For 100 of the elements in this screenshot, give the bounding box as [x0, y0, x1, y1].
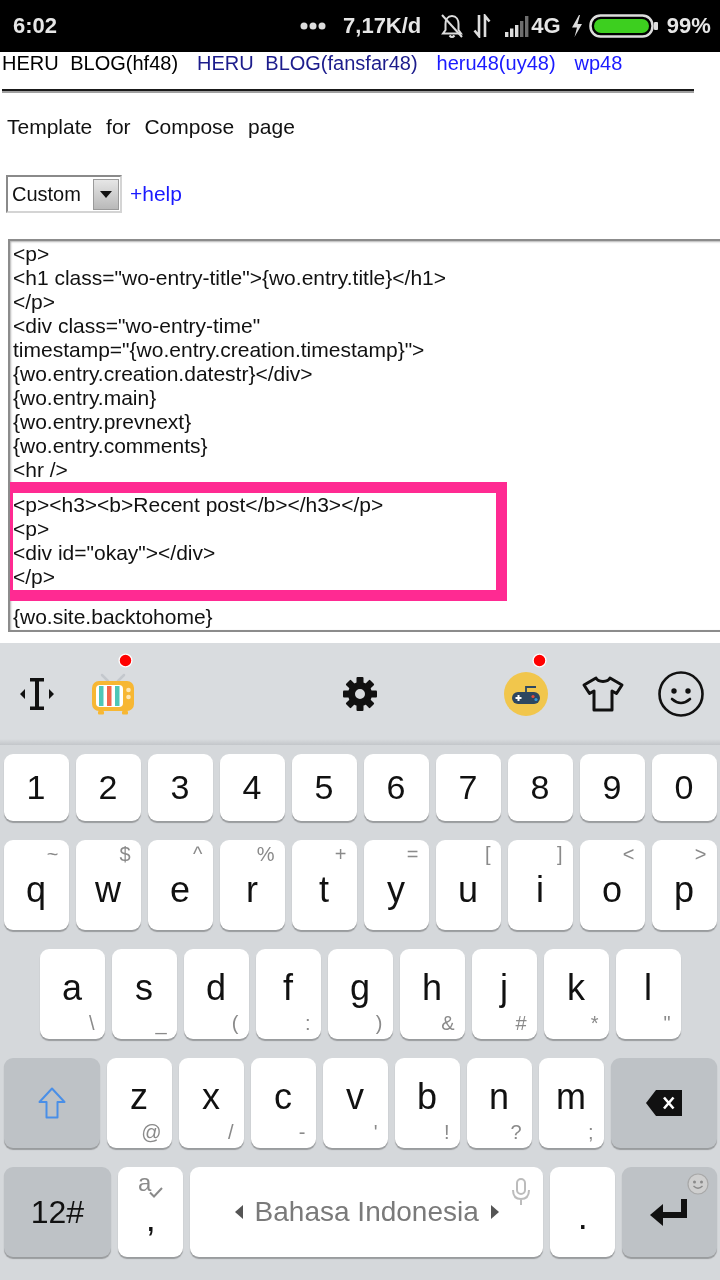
keyboard-key[interactable]: 0 — [651, 754, 717, 821]
keyboard-key[interactable]: 4 — [219, 754, 285, 821]
template-editor[interactable] — [8, 239, 720, 632]
key-hint: ? — [510, 1121, 522, 1143]
keyboard-key[interactable]: t + — [291, 840, 357, 930]
enter-icon — [649, 1197, 690, 1227]
keyboard-key[interactable]: . — [550, 1167, 616, 1257]
link[interactable]: wp48 — [574, 52, 623, 74]
keyboard-key[interactable]: g ) — [327, 949, 393, 1039]
link[interactable]: HERU BLOG(fansfar48) — [197, 52, 418, 74]
bolt-icon — [570, 15, 583, 37]
keyboard-key[interactable]: v ' — [322, 1058, 388, 1148]
keyboard-key[interactable]: a \ — [39, 949, 105, 1039]
keyboard-key[interactable]: n ? — [466, 1058, 532, 1148]
key-hint: / — [227, 1121, 234, 1143]
code-line: <p> — [13, 242, 50, 266]
keyboard-key[interactable]: 9 — [579, 754, 645, 821]
network-speed: 7,17K/d — [343, 13, 422, 39]
link[interactable]: heru48(uy48) — [436, 52, 556, 74]
code-line: timestamp="{wo.entry.creation.timestamp}"> — [13, 338, 425, 362]
link[interactable]: HERU BLOG(hf48) — [2, 52, 179, 74]
code-line: {wo.site.backtohome} — [13, 605, 213, 629]
key-hint: > — [694, 843, 707, 865]
code-line: {wo.entry.comments} — [13, 434, 208, 458]
caret-right-icon — [490, 1205, 499, 1219]
settings-icon[interactable] — [342, 676, 378, 712]
text-cursor-icon[interactable] — [20, 677, 54, 711]
battery-percentage: 99% — [666, 13, 711, 39]
code-line: <p><h3><b>Recent post</b></h3></p> — [13, 493, 384, 517]
keyboard-key[interactable]: f : — [255, 949, 321, 1039]
keyboard-key[interactable]: l " — [615, 949, 681, 1039]
keyboard-key[interactable]: 7 — [435, 754, 501, 821]
keyboard-key[interactable]: u [ — [435, 840, 501, 930]
keyboard-key[interactable]: o < — [579, 840, 645, 930]
network-type: 4G — [531, 13, 561, 39]
key-hint: % — [256, 843, 275, 865]
t-shirt-icon[interactable] — [581, 674, 625, 714]
key-hint: a — [138, 1170, 152, 1196]
shift-icon — [37, 1087, 66, 1119]
backspace-key[interactable] — [610, 1058, 717, 1148]
keyboard-key[interactable]: j # — [471, 949, 537, 1039]
caret-icon — [100, 190, 112, 198]
code-line: <p> — [13, 517, 50, 541]
keyboard-key[interactable]: 1 — [3, 754, 69, 821]
battery-icon — [588, 14, 659, 38]
keyboard-key[interactable]: w $ — [75, 840, 141, 930]
key-hint: $ — [119, 843, 131, 865]
keyboard-key[interactable]: c - — [250, 1058, 316, 1148]
keyboard-key[interactable]: x / — [178, 1058, 244, 1148]
key-hint: ] — [556, 843, 563, 865]
keyboard-key[interactable]: 3 — [147, 754, 213, 821]
code-line: {wo.entry.main} — [13, 386, 157, 410]
code-line: <div class="wo-entry-time" — [13, 314, 261, 338]
key-hint: = — [406, 843, 419, 865]
key-hint: - — [298, 1121, 306, 1143]
key-hint: [ — [484, 843, 491, 865]
key-hint: ^ — [193, 843, 203, 865]
smiley-icon[interactable] — [658, 671, 704, 717]
code-line: <div id="okay"></div> — [13, 541, 216, 565]
keyboard-key[interactable]: e ^ — [147, 840, 213, 930]
tv-icon[interactable] — [90, 672, 136, 716]
clock: 6:02 — [13, 13, 58, 39]
keyboard-key[interactable]: h & — [399, 949, 465, 1039]
keyboard-key[interactable]: i ] — [507, 840, 573, 930]
keyboard-key[interactable]: m ; — [538, 1058, 604, 1148]
help-link[interactable]: +help — [130, 182, 182, 206]
ellipsis-icon — [300, 22, 327, 30]
keyboard-key[interactable]: 2 — [75, 754, 141, 821]
key-hint: @ — [141, 1121, 162, 1143]
gamepad-icon[interactable] — [504, 672, 548, 716]
dropdown-button[interactable] — [93, 178, 119, 210]
key-hint: _ — [155, 1012, 167, 1034]
code-line: </p> — [13, 290, 56, 314]
keyboard-key[interactable]: d ( — [183, 949, 249, 1039]
keyboard-key[interactable]: 5 — [291, 754, 357, 821]
key-hint: ' — [373, 1121, 378, 1143]
template-select[interactable]: Custom — [6, 175, 122, 213]
key-hint: < — [622, 843, 635, 865]
keyboard-key[interactable]: 6 — [363, 754, 429, 821]
backspace-icon — [644, 1089, 683, 1117]
keyboard-key[interactable]: 8 — [507, 754, 573, 821]
keyboard-key[interactable]: s _ — [111, 949, 177, 1039]
key-hint: * — [590, 1012, 599, 1034]
code-line: <h1 class="wo-entry-title">{wo.entry.title}</h1> — [13, 266, 446, 290]
data-arrows-icon — [473, 14, 492, 38]
keyboard-key[interactable]: y = — [363, 840, 429, 930]
enter-key[interactable] — [622, 1167, 717, 1257]
comma-key[interactable]: , a — [118, 1167, 184, 1257]
space-bar[interactable]: Bahasa Indonesia — [190, 1167, 544, 1257]
key-hint: ; — [587, 1121, 594, 1143]
keyboard-key[interactable]: q ~ — [3, 840, 69, 930]
keyboard-key[interactable]: b ! — [394, 1058, 460, 1148]
code-line: {wo.entry.prevnext} — [13, 410, 192, 434]
key-hint: ~ — [46, 843, 59, 865]
keyboard-key[interactable]: p > — [651, 840, 717, 930]
keyboard-key[interactable]: r % — [219, 840, 285, 930]
keyboard-key[interactable]: k * — [543, 949, 609, 1039]
keyboard-key[interactable]: z @ — [106, 1058, 172, 1148]
symbols-key[interactable]: 12# — [3, 1167, 112, 1257]
code-line: </p> — [13, 565, 56, 589]
